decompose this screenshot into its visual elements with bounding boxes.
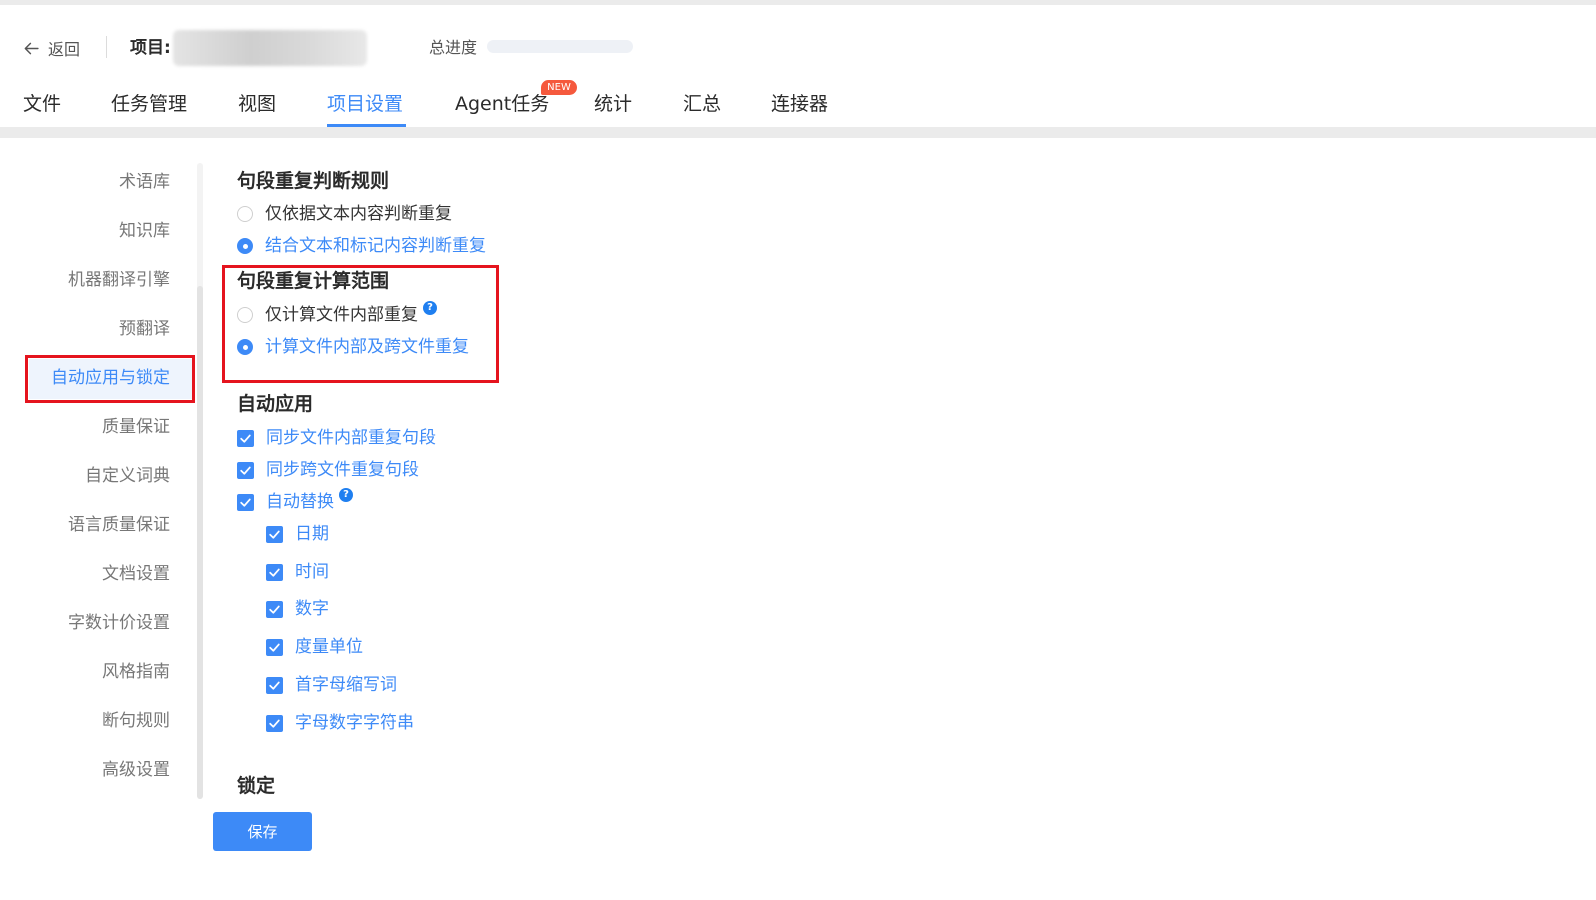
option-label: 结合文本和标记内容判断重复: [265, 236, 486, 256]
checkbox-checked[interactable]: [266, 676, 283, 694]
header-divider: [106, 36, 107, 58]
tab-summary[interactable]: 汇总: [683, 90, 721, 118]
option-label: 仅依据文本内容判断重复: [265, 204, 452, 224]
sidebar-item-style-guide[interactable]: 风格指南: [102, 660, 170, 684]
radio-unselected[interactable]: [237, 206, 253, 222]
repeat-scope-title: 句段重复计算范围: [237, 270, 390, 292]
option-label: 自动替换: [266, 492, 334, 512]
option-label: 同步文件内部重复句段: [266, 428, 436, 448]
checkbox-sync-internal-repeats[interactable]: 同步文件内部重复句段: [237, 427, 436, 449]
check-icon: [240, 466, 251, 475]
checkbox-time[interactable]: 时间: [266, 561, 329, 583]
checkbox-alphanumeric-strings[interactable]: 字母数字字符串: [266, 712, 414, 734]
sidebar-item-document-settings[interactable]: 文档设置: [102, 562, 170, 586]
tab-files[interactable]: 文件: [23, 90, 61, 118]
tab-task-management[interactable]: 任务管理: [111, 90, 187, 118]
radio-unselected[interactable]: [237, 307, 253, 323]
checkbox-numbers[interactable]: 数字: [266, 598, 329, 620]
sidebar-item-segmentation-rules[interactable]: 断句规则: [102, 709, 170, 733]
option-label: 同步跨文件重复句段: [266, 460, 419, 480]
sidebar-item-mt-engine[interactable]: 机器翻译引擎: [68, 268, 170, 292]
repeat-rule-title: 句段重复判断规则: [237, 170, 390, 192]
check-icon: [240, 434, 251, 443]
radio-within-and-cross-file[interactable]: 计算文件内部及跨文件重复: [237, 336, 469, 358]
top-divider: [0, 0, 1596, 5]
checkbox-checked[interactable]: [266, 638, 283, 656]
auto-apply-title: 自动应用: [237, 393, 314, 415]
project-label: 项目:: [130, 38, 171, 58]
checkbox-acronyms[interactable]: 首字母缩写词: [266, 674, 397, 696]
sidebar-scrollbar-thumb[interactable]: [197, 286, 203, 799]
progress-label: 总进度: [429, 38, 478, 57]
tab-statistics[interactable]: 统计: [594, 90, 632, 118]
radio-text-only[interactable]: 仅依据文本内容判断重复: [237, 203, 452, 225]
sidebar-item-auto-apply-lock[interactable]: 自动应用与锁定: [51, 366, 170, 390]
radio-within-file[interactable]: 仅计算文件内部重复 ?: [237, 301, 437, 326]
sidebar-item-custom-dictionary[interactable]: 自定义词典: [85, 464, 170, 488]
save-button[interactable]: 保存: [213, 812, 312, 851]
sidebar-item-advanced-settings[interactable]: 高级设置: [102, 758, 170, 782]
sidebar-item-termbase[interactable]: 术语库: [119, 170, 170, 194]
check-icon: [269, 719, 280, 728]
radio-text-and-tags[interactable]: 结合文本和标记内容判断重复: [237, 235, 486, 257]
main-tabs: 文件 任务管理 视图 项目设置 Agent任务 统计 汇总 连接器: [0, 84, 1596, 128]
help-icon[interactable]: ?: [423, 301, 437, 315]
checkbox-checked[interactable]: [266, 563, 283, 581]
project-name-redacted: [173, 30, 367, 66]
back-button[interactable]: 返回: [23, 36, 80, 60]
checkbox-checked[interactable]: [266, 714, 283, 732]
arrow-left-icon: [24, 42, 39, 54]
new-badge: NEW: [541, 80, 577, 95]
check-icon: [269, 530, 280, 539]
sidebar-item-pretranslation[interactable]: 预翻译: [119, 317, 170, 341]
checkbox-sync-cross-file-repeats[interactable]: 同步跨文件重复句段: [237, 459, 419, 481]
help-icon[interactable]: ?: [339, 488, 353, 502]
check-icon: [240, 498, 251, 507]
option-label: 度量单位: [295, 637, 363, 657]
back-label: 返回: [48, 40, 81, 59]
check-icon: [269, 605, 280, 614]
checkbox-checked[interactable]: [266, 600, 283, 618]
check-icon: [269, 643, 280, 652]
overall-progress-bar: [487, 40, 633, 53]
lock-title: 锁定: [237, 775, 276, 797]
option-label: 日期: [295, 524, 329, 544]
checkbox-auto-replace[interactable]: 自动替换 ?: [237, 488, 353, 513]
check-icon: [269, 568, 280, 577]
tab-view[interactable]: 视图: [238, 90, 276, 118]
option-label: 字母数字字符串: [295, 713, 414, 733]
checkbox-checked[interactable]: [237, 461, 254, 479]
option-label: 计算文件内部及跨文件重复: [265, 337, 469, 357]
option-label: 首字母缩写词: [295, 675, 397, 695]
option-label: 仅计算文件内部重复: [265, 305, 418, 325]
checkbox-checked[interactable]: [266, 525, 283, 543]
checkbox-date[interactable]: 日期: [266, 523, 329, 545]
option-label: 数字: [295, 599, 329, 619]
sidebar-item-word-count-pricing[interactable]: 字数计价设置: [68, 611, 170, 635]
tab-project-settings[interactable]: 项目设置: [327, 90, 403, 118]
radio-selected[interactable]: [237, 339, 253, 355]
tab-bar-divider: [0, 127, 1596, 138]
sidebar-item-qa[interactable]: 质量保证: [102, 415, 170, 439]
checkbox-checked[interactable]: [237, 429, 254, 447]
radio-selected[interactable]: [237, 238, 253, 254]
option-label: 时间: [295, 562, 329, 582]
tab-agent-tasks[interactable]: Agent任务: [455, 90, 549, 118]
tab-connectors[interactable]: 连接器: [771, 90, 828, 118]
checkbox-measurement-units[interactable]: 度量单位: [266, 636, 363, 658]
sidebar-item-knowledge-base[interactable]: 知识库: [119, 219, 170, 243]
check-icon: [269, 681, 280, 690]
checkbox-checked[interactable]: [237, 493, 254, 511]
sidebar-item-lqa[interactable]: 语言质量保证: [68, 513, 170, 537]
